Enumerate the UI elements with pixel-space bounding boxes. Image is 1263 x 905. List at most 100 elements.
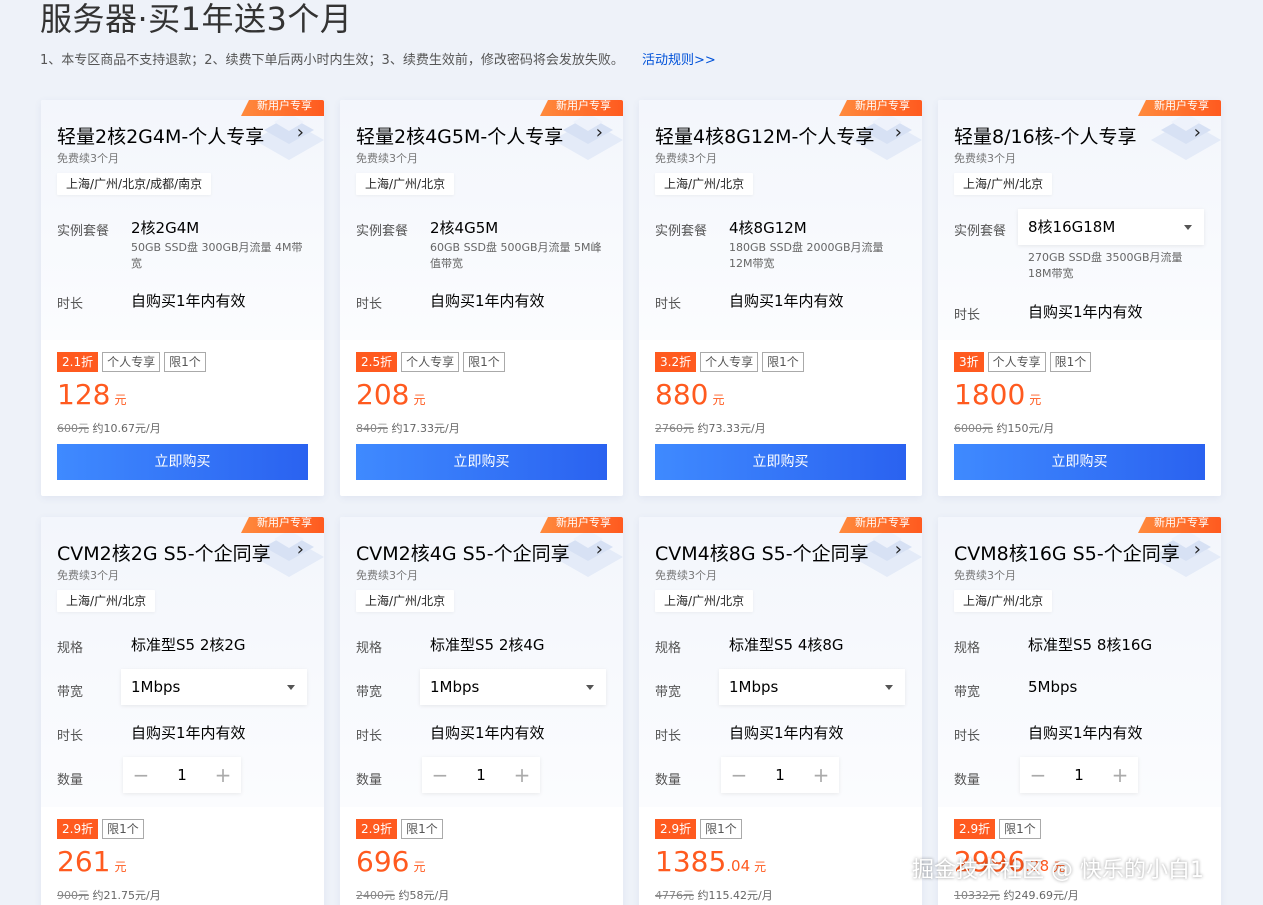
quantity-value[interactable]: 1: [757, 757, 803, 793]
minus-icon[interactable]: −: [422, 757, 458, 793]
limit-tag: 个人专享: [700, 352, 759, 372]
product-title[interactable]: CVM8核16G S5-个企同享: [954, 539, 1180, 566]
original-price-row: 4776元 约115.42元/月: [655, 887, 773, 903]
tag-row: 3.2折 个人专享 限1个: [655, 352, 804, 372]
bandwidth-select[interactable]: 1Mbps: [719, 669, 905, 705]
product-title[interactable]: CVM2核4G S5-个企同享: [356, 539, 570, 566]
discount-tag: 3折: [954, 352, 984, 372]
chevron-right-icon[interactable]: ›: [1194, 122, 1201, 143]
duration-value: 自购买1年内有效: [131, 292, 246, 310]
product-title[interactable]: 轻量8/16核-个人专享: [954, 122, 1137, 149]
duration-value: 自购买1年内有效: [430, 292, 545, 310]
spec-select[interactable]: 8核16G18M: [1018, 209, 1204, 245]
price-unit: 元: [114, 860, 127, 874]
plus-icon[interactable]: +: [205, 757, 241, 793]
spec-value: 2核4G5M: [430, 219, 499, 237]
rules-link[interactable]: 活动规则>>: [642, 53, 716, 68]
quantity-stepper[interactable]: −1 +: [721, 757, 839, 793]
discount-tag: 3.2折: [655, 352, 697, 372]
spec-label: 规格: [356, 641, 383, 656]
buy-now-button[interactable]: 立即购买: [57, 444, 308, 480]
spec-value: 标准型S5 2核4G: [430, 636, 545, 654]
quantity-stepper[interactable]: −1 +: [422, 757, 540, 793]
tag-row: 2.9折 限1个: [356, 819, 443, 839]
limit-tag: 限1个: [700, 819, 742, 839]
region-tag: 上海/广州/北京: [356, 590, 455, 612]
watermark: 掘金技术社区 @ 快乐的小白1: [912, 858, 1204, 883]
region-tag: 上海/广州/北京: [954, 173, 1053, 195]
duration-value: 自购买1年内有效: [729, 724, 844, 742]
product-card: 新用户专享 轻量2核4G5M-个人专享 › 免费续3个月 上海/广州/北京 实例套餐 2核4…: [340, 100, 623, 496]
chevron-right-icon[interactable]: ›: [895, 122, 902, 143]
product-title[interactable]: 轻量4核8G12M-个人专享: [655, 122, 874, 149]
tag-row: 2.9折 限1个: [57, 819, 144, 839]
spec-label: 规格: [57, 641, 84, 656]
buy-now-button[interactable]: 立即购买: [954, 444, 1205, 480]
caret-down-icon: [1184, 225, 1192, 230]
plus-icon[interactable]: +: [803, 757, 839, 793]
duration-value: 自购买1年内有效: [131, 724, 246, 742]
quantity-value[interactable]: 1: [1056, 757, 1102, 793]
quantity-stepper[interactable]: −1 +: [123, 757, 241, 793]
quantity-value[interactable]: 1: [458, 757, 504, 793]
product-title[interactable]: 轻量2核2G4M-个人专享: [57, 122, 264, 149]
chevron-right-icon[interactable]: ›: [895, 539, 902, 560]
product-card: 新用户专享 CVM2核4G S5-个企同享 › 免费续3个月 上海/广州/北京 规格 标准型…: [340, 517, 623, 905]
price-unit: 元: [114, 393, 127, 407]
original-price: 600元: [57, 422, 89, 435]
bandwidth-label: 带宽: [57, 685, 84, 700]
price-unit: 元: [712, 393, 725, 407]
chevron-right-icon[interactable]: ›: [297, 539, 304, 560]
limit-tag: 限1个: [401, 819, 443, 839]
bandwidth-select-value: 1Mbps: [430, 678, 480, 696]
region-tag: 上海/广州/北京: [655, 173, 754, 195]
original-price: 900元: [57, 889, 89, 902]
plus-icon[interactable]: +: [1102, 757, 1138, 793]
product-subtitle: 免费续3个月: [655, 152, 717, 165]
product-title[interactable]: 轻量2核4G5M-个人专享: [356, 122, 563, 149]
chevron-right-icon[interactable]: ›: [596, 539, 603, 560]
new-user-badge: 新用户专享: [540, 100, 623, 116]
discount-tag: 2.9折: [57, 819, 99, 839]
minus-icon[interactable]: −: [123, 757, 159, 793]
chevron-right-icon[interactable]: ›: [596, 122, 603, 143]
product-title[interactable]: CVM4核8G S5-个企同享: [655, 539, 869, 566]
new-user-badge: 新用户专享: [1138, 517, 1221, 533]
minus-icon[interactable]: −: [721, 757, 757, 793]
buy-now-button[interactable]: 立即购买: [655, 444, 906, 480]
discount-tag: 2.9折: [954, 819, 996, 839]
bandwidth-select[interactable]: 1Mbps: [420, 669, 606, 705]
caret-down-icon: [885, 685, 893, 690]
product-subtitle: 免费续3个月: [655, 569, 717, 582]
tag-row: 2.5折 个人专享 限1个: [356, 352, 505, 372]
spec-label: 实例套餐: [655, 224, 708, 239]
discount-tag: 2.9折: [655, 819, 697, 839]
bandwidth-select[interactable]: 1Mbps: [121, 669, 307, 705]
quantity-label: 数量: [954, 773, 981, 788]
minus-icon[interactable]: −: [1020, 757, 1056, 793]
duration-value: 自购买1年内有效: [430, 724, 545, 742]
spec-value: 标准型S5 4核8G: [729, 636, 844, 654]
original-price: 2400元: [356, 889, 395, 902]
quantity-value[interactable]: 1: [159, 757, 205, 793]
buy-now-button[interactable]: 立即购买: [356, 444, 607, 480]
price-amount: 208: [356, 378, 410, 411]
limit-tag: 限1个: [762, 352, 804, 372]
discount-tag: 2.1折: [57, 352, 99, 372]
original-price-row: 6000元 约150元/月: [954, 420, 1054, 436]
original-price-row: 900元 约21.75元/月: [57, 887, 161, 903]
price-amount: 128: [57, 378, 111, 411]
chevron-right-icon[interactable]: ›: [297, 122, 304, 143]
bandwidth-label: 带宽: [954, 685, 981, 700]
duration-label: 时长: [655, 729, 682, 744]
original-price-row: 600元 约10.67元/月: [57, 420, 161, 436]
original-price: 2760元: [655, 422, 694, 435]
plus-icon[interactable]: +: [504, 757, 540, 793]
product-title[interactable]: CVM2核2G S5-个企同享: [57, 539, 271, 566]
discount-tag: 2.9折: [356, 819, 398, 839]
quantity-stepper[interactable]: −1 +: [1020, 757, 1138, 793]
spec-description: 60GB SSD盘 500GB月流量 5M峰值带宽: [430, 241, 602, 270]
chevron-right-icon[interactable]: ›: [1194, 539, 1201, 560]
original-price-row: 840元 约17.33元/月: [356, 420, 460, 436]
limit-tag: 限1个: [999, 819, 1041, 839]
